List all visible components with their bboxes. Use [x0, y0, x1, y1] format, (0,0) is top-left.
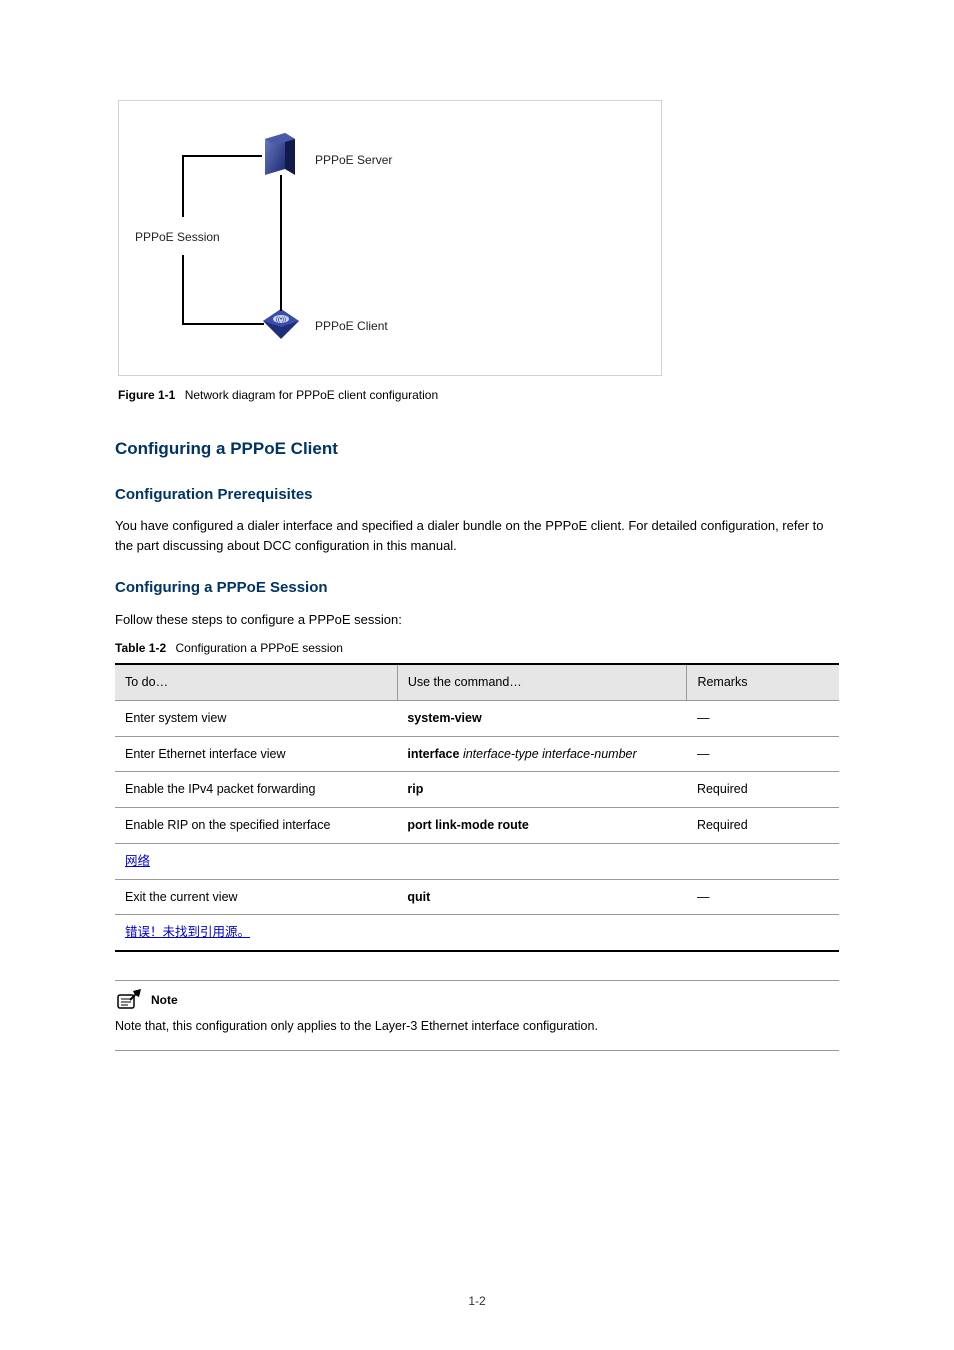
- pppoe-server-icon: [259, 129, 299, 187]
- table-row: 错误！未找到引用源。: [115, 915, 839, 951]
- diagram-connector: [280, 175, 282, 311]
- figure-caption: Figure 1-1 Network diagram for PPPoE cli…: [118, 386, 839, 404]
- table-header-remarks: Remarks: [687, 664, 839, 700]
- table-row: Enter system view system-view —: [115, 700, 839, 736]
- svg-text:((•)): ((•)): [276, 317, 286, 323]
- page-number: 1-2: [0, 1292, 954, 1310]
- diagram-connector: [182, 255, 184, 325]
- network-diagram-figure: ((•)) PPPoE Server PPPoE Client PPPoE Se…: [118, 100, 662, 376]
- cell-todo: 错误！未找到引用源。: [115, 915, 397, 951]
- table-header-row: To do… Use the command… Remarks: [115, 664, 839, 700]
- cell-remarks: —: [687, 879, 839, 915]
- paragraph-prereq: You have configured a dialer interface a…: [115, 516, 839, 555]
- diagram-connector: [182, 323, 264, 325]
- table-number: Table 1-2: [115, 641, 166, 655]
- subsection-heading-prereq: Configuration Prerequisites: [115, 484, 839, 507]
- config-table: To do… Use the command… Remarks Enter sy…: [115, 663, 839, 952]
- cell-cmd: interface interface-type interface-numbe…: [397, 736, 687, 772]
- table-caption-text: Configuration a PPPoE session: [175, 641, 342, 655]
- diagram-label-server: PPPoE Server: [315, 151, 392, 169]
- paragraph-session: Follow these steps to configure a PPPoE …: [115, 610, 839, 630]
- cell-todo: 网络: [115, 843, 397, 879]
- cell-todo: Exit the current view: [115, 879, 397, 915]
- cell-remarks: Required: [687, 808, 839, 844]
- figure-caption-text: Network diagram for PPPoE client configu…: [185, 388, 438, 402]
- cell-remarks: Required: [687, 772, 839, 808]
- table-row: Enable the IPv4 packet forwarding rip Re…: [115, 772, 839, 808]
- cell-todo: Enter Ethernet interface view: [115, 736, 397, 772]
- table-row: Enter Ethernet interface view interface …: [115, 736, 839, 772]
- cmd-kw: interface: [407, 747, 463, 761]
- table-row: 网络: [115, 843, 839, 879]
- cell-cmd: quit: [397, 879, 687, 915]
- cmd-arg: interface-type interface-number: [463, 747, 637, 761]
- subsection-heading-session: Configuring a PPPoE Session: [115, 577, 839, 600]
- note-text: Note that, this configuration only appli…: [115, 1017, 839, 1036]
- cell-cmd: [397, 915, 687, 951]
- cell-remarks: —: [687, 700, 839, 736]
- note-icon: [115, 989, 143, 1011]
- section-heading-configuring-client: Configuring a PPPoE Client: [115, 436, 839, 462]
- cell-cmd: port link-mode route: [397, 808, 687, 844]
- diagram-label-client: PPPoE Client: [315, 317, 388, 335]
- diagram-label-session: PPPoE Session: [135, 228, 220, 246]
- cell-cmd: rip: [397, 772, 687, 808]
- cross-ref-link[interactable]: 错误！未找到引用源。: [125, 925, 250, 939]
- cell-remarks: [687, 843, 839, 879]
- table-row: Exit the current view quit —: [115, 879, 839, 915]
- table-row: Enable RIP on the specified interface po…: [115, 808, 839, 844]
- cell-remarks: [687, 915, 839, 951]
- cell-cmd: [397, 843, 687, 879]
- pppoe-client-icon: ((•)): [261, 307, 301, 347]
- table-header-cmd: Use the command…: [397, 664, 687, 700]
- note-header: Note: [115, 989, 839, 1011]
- table-header-todo: To do…: [115, 664, 397, 700]
- cell-todo: Enable RIP on the specified interface: [115, 808, 397, 844]
- table-caption: Table 1-2 Configuration a PPPoE session: [115, 639, 839, 657]
- cell-cmd: system-view: [397, 700, 687, 736]
- note-block: Note Note that, this configuration only …: [115, 980, 839, 1051]
- cell-todo: Enter system view: [115, 700, 397, 736]
- cell-remarks: —: [687, 736, 839, 772]
- cross-ref-link[interactable]: 网络: [125, 854, 150, 868]
- figure-number: Figure 1-1: [118, 388, 175, 402]
- note-label: Note: [151, 991, 178, 1009]
- cell-todo: Enable the IPv4 packet forwarding: [115, 772, 397, 808]
- diagram-connector: [182, 155, 262, 157]
- diagram-connector: [182, 155, 184, 217]
